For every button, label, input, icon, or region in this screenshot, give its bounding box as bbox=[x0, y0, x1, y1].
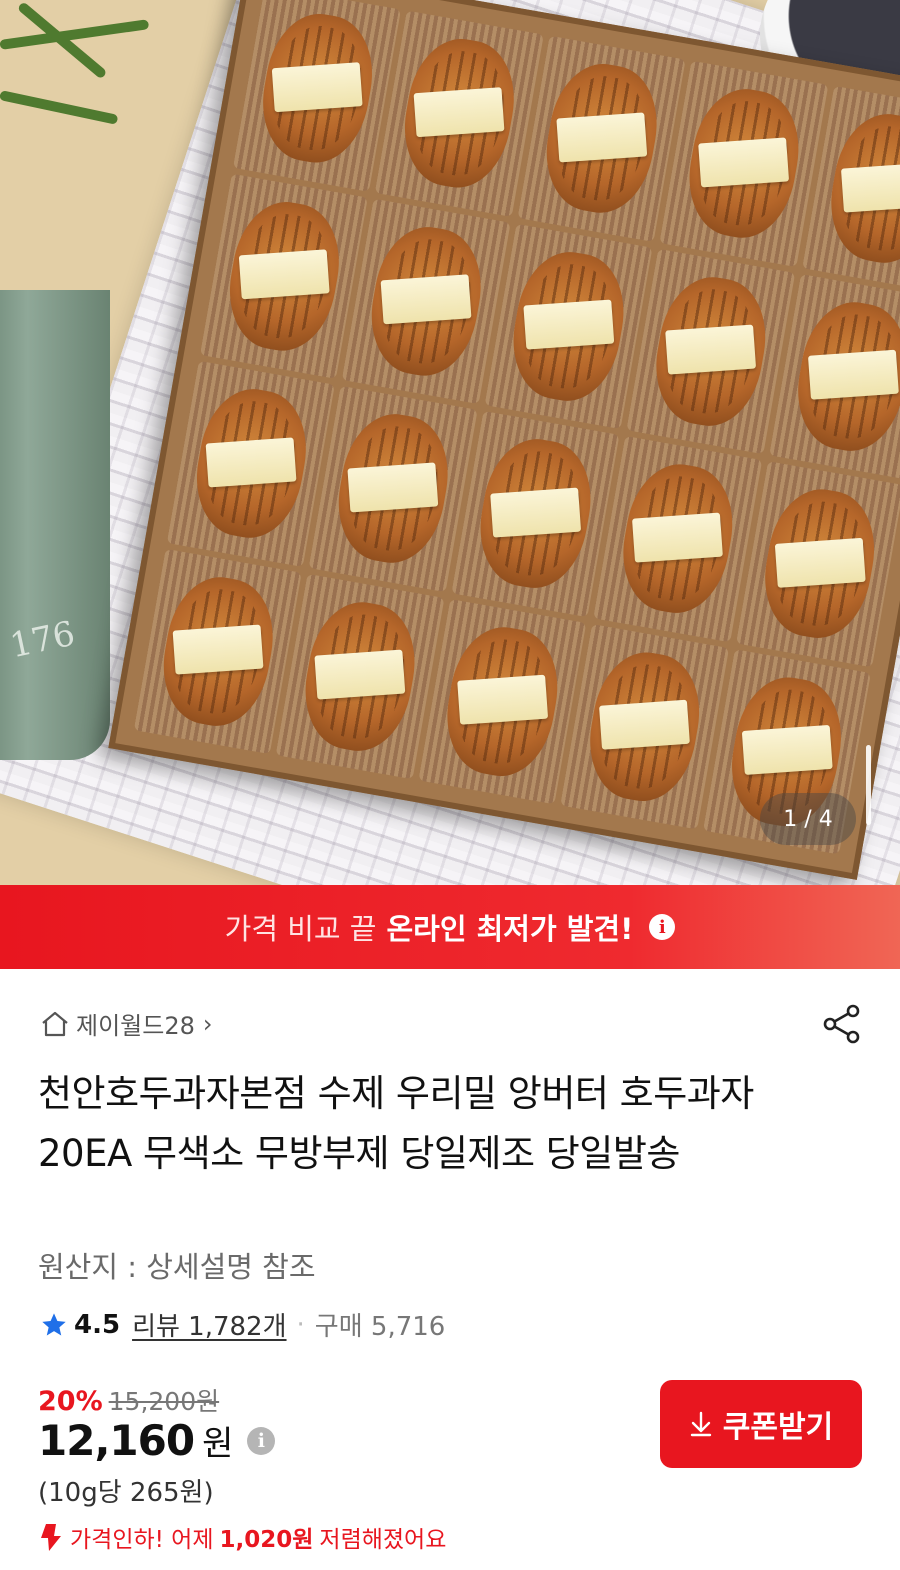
price-row: 12,160 원 i bbox=[38, 1416, 276, 1465]
walnut-cake-box bbox=[108, 0, 900, 880]
original-price: 15,200원 bbox=[108, 1387, 220, 1416]
origin-info: 원산지 : 상세설명 참조 bbox=[38, 1250, 316, 1284]
cake-cell bbox=[517, 35, 686, 242]
butter-slice bbox=[599, 699, 691, 751]
banner-text: 가격 비교 끝 bbox=[224, 912, 377, 946]
butter-slice bbox=[556, 111, 648, 163]
butter-slice bbox=[774, 537, 866, 588]
butter-slice bbox=[840, 162, 900, 213]
banner-highlight: 온라인 최저가 발견! bbox=[386, 912, 634, 946]
butter-slice bbox=[314, 649, 407, 701]
cake-cell bbox=[199, 173, 369, 379]
walnut-cake bbox=[470, 431, 601, 596]
butter-slice bbox=[380, 274, 473, 325]
butter-slice bbox=[238, 249, 330, 300]
cake-cell bbox=[275, 573, 445, 780]
walnut-cake bbox=[788, 294, 900, 459]
butter-slice bbox=[172, 624, 264, 675]
butter-slice bbox=[205, 437, 297, 488]
price-drop-notice: 가격인하! 어제 1,020원 저렴해졌어요 bbox=[38, 1520, 446, 1554]
butter-slice bbox=[490, 487, 582, 538]
chevron-right-icon: › bbox=[202, 1009, 213, 1038]
coupon-button-label: 쿠폰받기 bbox=[722, 1411, 834, 1444]
cake-cell bbox=[659, 60, 828, 267]
get-coupon-button[interactable]: 쿠폰받기 bbox=[660, 1380, 862, 1468]
house-icon bbox=[42, 1011, 68, 1036]
purchase-count: 구매 5,716 bbox=[314, 1312, 446, 1342]
cake-cell bbox=[626, 248, 795, 455]
walnut-cake bbox=[755, 482, 885, 646]
walnut-cake-grid bbox=[133, 0, 900, 855]
image-counter: 1 / 4 bbox=[760, 793, 856, 845]
butter-slice bbox=[665, 324, 757, 375]
walnut-cake bbox=[613, 457, 743, 621]
price-info-icon[interactable]: i bbox=[247, 1426, 276, 1455]
rating-score: 4.5 bbox=[74, 1309, 121, 1340]
butter-slice bbox=[414, 86, 506, 138]
cake-cell bbox=[418, 598, 587, 805]
walnut-cake bbox=[437, 619, 567, 784]
price-drop-suffix: 저렴해졌어요 bbox=[319, 1527, 447, 1553]
butter-slice bbox=[741, 724, 833, 776]
walnut-cake bbox=[536, 56, 667, 221]
cake-cell bbox=[560, 623, 729, 830]
walnut-cake bbox=[646, 269, 776, 434]
scrollbar[interactable] bbox=[866, 745, 871, 825]
cake-cell bbox=[342, 198, 511, 404]
review-count-link[interactable]: 리뷰 1,782개 bbox=[132, 1306, 286, 1343]
down-arrow-icon bbox=[41, 1524, 61, 1551]
rating-row: 4.5 리뷰 1,782개 · 구매 5,716 bbox=[40, 1306, 445, 1343]
butter-slice bbox=[457, 674, 549, 726]
seller-link[interactable]: 제이월드28 › bbox=[40, 1006, 212, 1041]
butter-slice bbox=[347, 462, 440, 513]
cake-cell bbox=[133, 548, 303, 755]
cake-cell bbox=[593, 436, 762, 642]
butter-slice bbox=[698, 137, 790, 188]
cake-cell bbox=[233, 0, 402, 192]
cake-cell bbox=[735, 461, 900, 667]
lowest-price-banner[interactable]: 가격 비교 끝 온라인 최저가 발견! i bbox=[0, 885, 900, 969]
walnut-cake bbox=[153, 569, 283, 734]
price-drop-amount: 1,020원 bbox=[219, 1527, 314, 1553]
walnut-cake bbox=[503, 244, 634, 408]
walnut-cake bbox=[295, 594, 425, 759]
cake-cell bbox=[451, 410, 620, 617]
cake-cell bbox=[484, 223, 653, 430]
sale-price: 12,160 bbox=[38, 1416, 195, 1465]
walnut-cake bbox=[219, 194, 349, 358]
price-drop-prefix: 가격인하! 어제 bbox=[70, 1527, 214, 1553]
butter-slice bbox=[807, 349, 899, 401]
discount-row: 20% 15,200원 bbox=[38, 1382, 219, 1418]
cake-cell bbox=[166, 360, 336, 567]
green-flower-pot bbox=[0, 290, 110, 760]
walnut-cake bbox=[361, 219, 491, 383]
butter-slice bbox=[523, 299, 615, 350]
price-currency: 원 bbox=[202, 1424, 234, 1464]
star-icon bbox=[42, 1312, 66, 1335]
walnut-cake bbox=[328, 406, 458, 571]
download-arrow-icon bbox=[690, 1411, 711, 1437]
seller-name: 제이월드28 bbox=[76, 1012, 195, 1040]
cake-cell bbox=[309, 385, 478, 592]
walnut-cake bbox=[394, 31, 525, 196]
walnut-cake bbox=[252, 6, 382, 171]
share-icon[interactable] bbox=[820, 1002, 864, 1046]
walnut-cake bbox=[821, 106, 900, 271]
walnut-cake bbox=[679, 81, 809, 246]
separator: · bbox=[296, 1309, 305, 1340]
walnut-cake bbox=[186, 381, 316, 546]
product-title: 천안호두과자본점 수제 우리밀 앙버터 호두과자 20EA 무색소 무방부제 당… bbox=[38, 1072, 754, 1175]
product-image-gallery[interactable]: 176 1 / 4 bbox=[0, 0, 900, 885]
info-icon[interactable]: i bbox=[649, 914, 676, 940]
butter-slice bbox=[271, 61, 364, 113]
discount-rate: 20% bbox=[38, 1386, 103, 1417]
butter-slice bbox=[632, 512, 724, 563]
cake-cell bbox=[375, 10, 544, 217]
unit-price: (10g당 265원) bbox=[38, 1478, 214, 1508]
walnut-cake bbox=[579, 644, 710, 809]
